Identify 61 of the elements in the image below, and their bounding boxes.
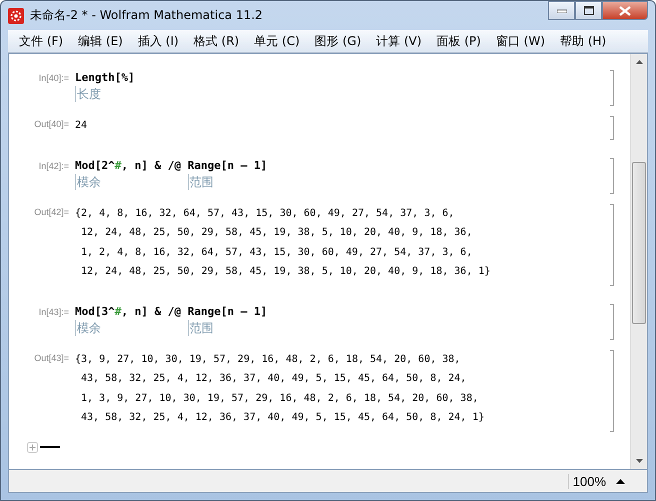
- output-line: 12, 24, 48, 25, 50, 29, 58, 45, 19, 38, 5, 10, 20, 40, 9, 18, 36, 1}: [80, 265, 492, 279]
- cell-label: In[40]:=: [38, 72, 70, 85]
- scroll-up-icon: [636, 60, 642, 64]
- cell-label: Out[42]=: [33, 206, 70, 219]
- menu-item[interactable]: 格式 (R): [186, 32, 248, 50]
- menu-item[interactable]: 文件 (F): [12, 32, 72, 50]
- code-text: , n] & /@: [121, 304, 182, 320]
- output-line: {2, 4, 8, 16, 32, 64, 57, 43, 15, 30, 60, 49, 27, 54, 37, 3, 6,: [75, 206, 456, 220]
- cell-bracket[interactable]: [610, 70, 614, 106]
- slot-symbol: #: [114, 304, 122, 320]
- zoom-level[interactable]: 100%: [568, 474, 606, 488]
- menu-item[interactable]: 单元 (C): [247, 32, 308, 50]
- cell-label: Out[43]=: [33, 352, 70, 365]
- cell-insertion-line: [40, 446, 60, 448]
- minimize-button[interactable]: [548, 1, 575, 20]
- minimize-icon: [556, 8, 566, 12]
- app-logo-icon: [8, 8, 24, 24]
- menu-item[interactable]: 插入 (I): [130, 32, 187, 50]
- vertical-scrollbar[interactable]: [630, 54, 647, 469]
- output-line: 43, 58, 32, 25, 4, 12, 36, 37, 40, 49, 5, 15, 45, 64, 50, 8, 24, 1}: [80, 411, 486, 425]
- maximize-icon: [584, 6, 594, 15]
- code-text: Length[%]: [75, 70, 135, 86]
- output-line: 43, 58, 32, 25, 4, 12, 36, 37, 40, 49, 5, 15, 45, 64, 50, 8, 24,: [80, 372, 468, 386]
- cell-bracket[interactable]: [610, 350, 614, 432]
- add-cell-icon[interactable]: [27, 442, 38, 452]
- output-line: 1, 3, 9, 27, 10, 30, 19, 57, 29, 16, 48, 2, 6, 18, 54, 20, 60, 38,: [80, 392, 480, 406]
- window-title: 未命名-2 * - Wolfram Mathematica 11.2: [30, 7, 264, 24]
- code-hint: 模余: [75, 320, 101, 336]
- menu-item[interactable]: 计算 (V): [369, 32, 430, 50]
- code-text: Mod[3^: [75, 304, 115, 320]
- output-line: 12, 24, 48, 25, 50, 29, 58, 45, 19, 38, 5, 10, 20, 40, 9, 18, 36,: [80, 226, 474, 240]
- code-text: Mod[2^: [75, 158, 115, 174]
- output-line: 1, 2, 4, 8, 16, 32, 64, 57, 43, 15, 30, 60, 49, 27, 54, 37, 3, 6,: [80, 246, 474, 260]
- code-text: , n] & /@: [121, 158, 182, 174]
- cell-label: In[42]:=: [38, 160, 70, 173]
- menu-item[interactable]: 帮助 (H): [553, 32, 614, 50]
- menu-item[interactable]: 面板 (P): [430, 32, 489, 50]
- scroll-thumb[interactable]: [632, 162, 646, 324]
- caret-icon[interactable]: [616, 478, 625, 484]
- cell-label: In[43]:=: [38, 306, 70, 319]
- code-hint: 长度: [75, 86, 101, 102]
- cell-bracket[interactable]: [610, 304, 614, 340]
- scroll-down-icon: [636, 459, 642, 463]
- menu-item[interactable]: 窗口 (W): [488, 32, 553, 50]
- code-hint: 范围: [188, 174, 214, 190]
- output-line: {3, 9, 27, 10, 30, 19, 57, 29, 16, 48, 2, 6, 18, 54, 20, 60, 38,: [75, 352, 462, 366]
- code-text: Range[n – 1]: [188, 304, 268, 320]
- cell-bracket[interactable]: [610, 116, 614, 140]
- code-hint: 模余: [75, 174, 101, 190]
- close-button[interactable]: [602, 1, 648, 20]
- close-icon: [619, 6, 631, 16]
- menu-item[interactable]: 图形 (G): [308, 32, 370, 50]
- code-text: Range[n – 1]: [188, 158, 268, 174]
- cell-bracket[interactable]: [610, 204, 614, 286]
- maximize-button[interactable]: [575, 1, 602, 20]
- output-line: 24: [75, 119, 88, 133]
- slot-symbol: #: [114, 158, 122, 174]
- code-hint: 范围: [188, 320, 214, 336]
- cell-label: Out[40]=: [33, 118, 70, 131]
- menu-item[interactable]: 编辑 (E): [71, 32, 131, 50]
- cell-bracket[interactable]: [610, 158, 614, 194]
